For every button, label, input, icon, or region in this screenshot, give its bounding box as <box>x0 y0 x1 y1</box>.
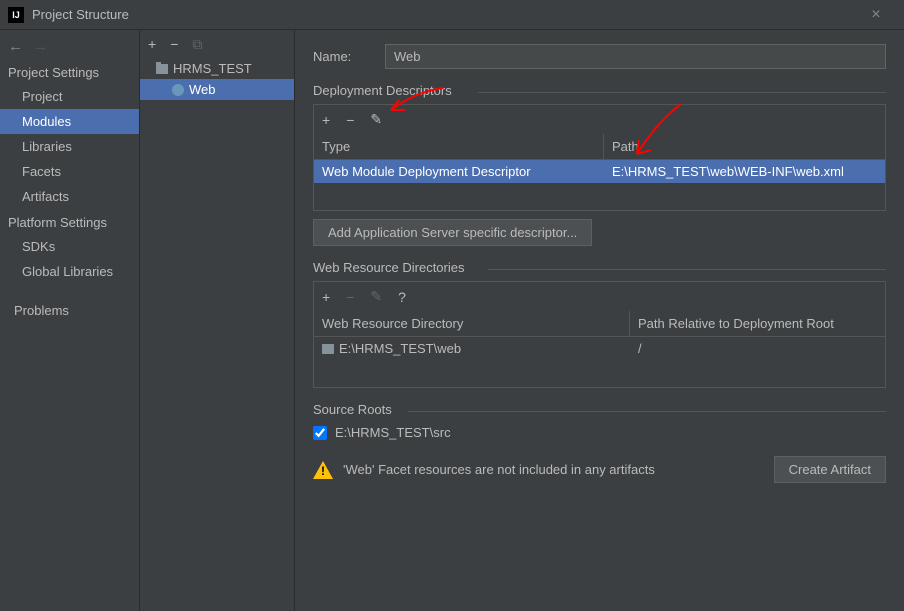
source-root-path: E:\HRMS_TEST\src <box>335 425 451 440</box>
nav-item-facets[interactable]: Facets <box>0 159 139 184</box>
webres-cell-dir: E:\HRMS_TEST\web <box>314 337 630 360</box>
tree-toolbar: + − ⧉ <box>140 30 294 58</box>
main-panel: Name: Deployment Descriptors + − ✎ Type … <box>295 30 904 611</box>
nav-item-global-libraries[interactable]: Global Libraries <box>0 259 139 284</box>
nav-section-project-settings: Project Settings <box>0 59 139 84</box>
tree-item-label: Web <box>189 82 216 97</box>
close-icon[interactable]: × <box>856 6 896 24</box>
nav-item-sdks[interactable]: SDKs <box>0 234 139 259</box>
remove-icon: − <box>346 289 354 305</box>
add-icon[interactable]: + <box>148 36 156 52</box>
left-nav: ← → Project Settings Project Modules Lib… <box>0 30 140 611</box>
copy-icon: ⧉ <box>192 36 202 53</box>
module-tree: + − ⧉ HRMS_TEST Web <box>140 30 295 611</box>
create-artifact-button[interactable]: Create Artifact <box>774 456 886 483</box>
nav-section-platform-settings: Platform Settings <box>0 209 139 234</box>
nav-item-libraries[interactable]: Libraries <box>0 134 139 159</box>
help-icon[interactable]: ? <box>398 289 406 305</box>
deployment-descriptors-title: Deployment Descriptors <box>313 83 886 98</box>
name-input[interactable] <box>385 44 886 69</box>
back-icon[interactable]: ← <box>8 38 23 55</box>
webres-th-path: Path Relative to Deployment Root <box>630 311 885 336</box>
warning-icon <box>313 461 333 479</box>
title-bar: IJ Project Structure × <box>0 0 904 30</box>
deploy-th-path: Path <box>604 134 885 159</box>
deploy-row[interactable]: Web Module Deployment Descriptor E:\HRMS… <box>314 160 885 183</box>
window-title: Project Structure <box>32 7 856 22</box>
webres-th-dir: Web Resource Directory <box>314 311 630 336</box>
nav-item-artifacts[interactable]: Artifacts <box>0 184 139 209</box>
add-server-descriptor-button[interactable]: Add Application Server specific descript… <box>313 219 592 246</box>
add-icon[interactable]: + <box>322 289 330 305</box>
folder-icon <box>322 344 334 354</box>
warning-message: 'Web' Facet resources are not included i… <box>343 462 764 477</box>
warning-row: 'Web' Facet resources are not included i… <box>313 456 886 483</box>
app-icon: IJ <box>8 7 24 23</box>
source-roots-title: Source Roots <box>313 402 886 417</box>
source-root-row[interactable]: E:\HRMS_TEST\src <box>313 425 886 440</box>
webres-toolbar: + − ✎ ? <box>314 282 885 311</box>
deployment-table: + − ✎ Type Path Web Module Deployment De… <box>313 104 886 211</box>
tree-item-label: HRMS_TEST <box>173 61 252 76</box>
web-resource-table: + − ✎ ? Web Resource Directory Path Rela… <box>313 281 886 388</box>
forward-icon: → <box>33 38 48 55</box>
edit-icon[interactable]: ✎ <box>370 111 382 128</box>
source-root-checkbox[interactable] <box>313 426 327 440</box>
tree-item-hrms-test[interactable]: HRMS_TEST <box>140 58 294 79</box>
nav-item-project[interactable]: Project <box>0 84 139 109</box>
nav-item-modules[interactable]: Modules <box>0 109 139 134</box>
nav-history: ← → <box>0 34 139 59</box>
name-label: Name: <box>313 49 385 64</box>
remove-icon[interactable]: − <box>170 36 178 52</box>
webres-row[interactable]: E:\HRMS_TEST\web / <box>314 337 885 360</box>
edit-icon: ✎ <box>370 288 382 305</box>
webres-cell-path: / <box>630 337 885 360</box>
tree-item-web[interactable]: Web <box>140 79 294 100</box>
remove-icon[interactable]: − <box>346 112 354 128</box>
deploy-toolbar: + − ✎ <box>314 105 885 134</box>
add-icon[interactable]: + <box>322 112 330 128</box>
web-resource-title: Web Resource Directories <box>313 260 886 275</box>
folder-icon <box>156 64 168 74</box>
deploy-cell-path: E:\HRMS_TEST\web\WEB-INF\web.xml <box>604 160 885 183</box>
deploy-th-type: Type <box>314 134 604 159</box>
nav-item-problems[interactable]: Problems <box>0 298 139 323</box>
globe-icon <box>172 84 184 96</box>
deploy-cell-type: Web Module Deployment Descriptor <box>314 160 604 183</box>
